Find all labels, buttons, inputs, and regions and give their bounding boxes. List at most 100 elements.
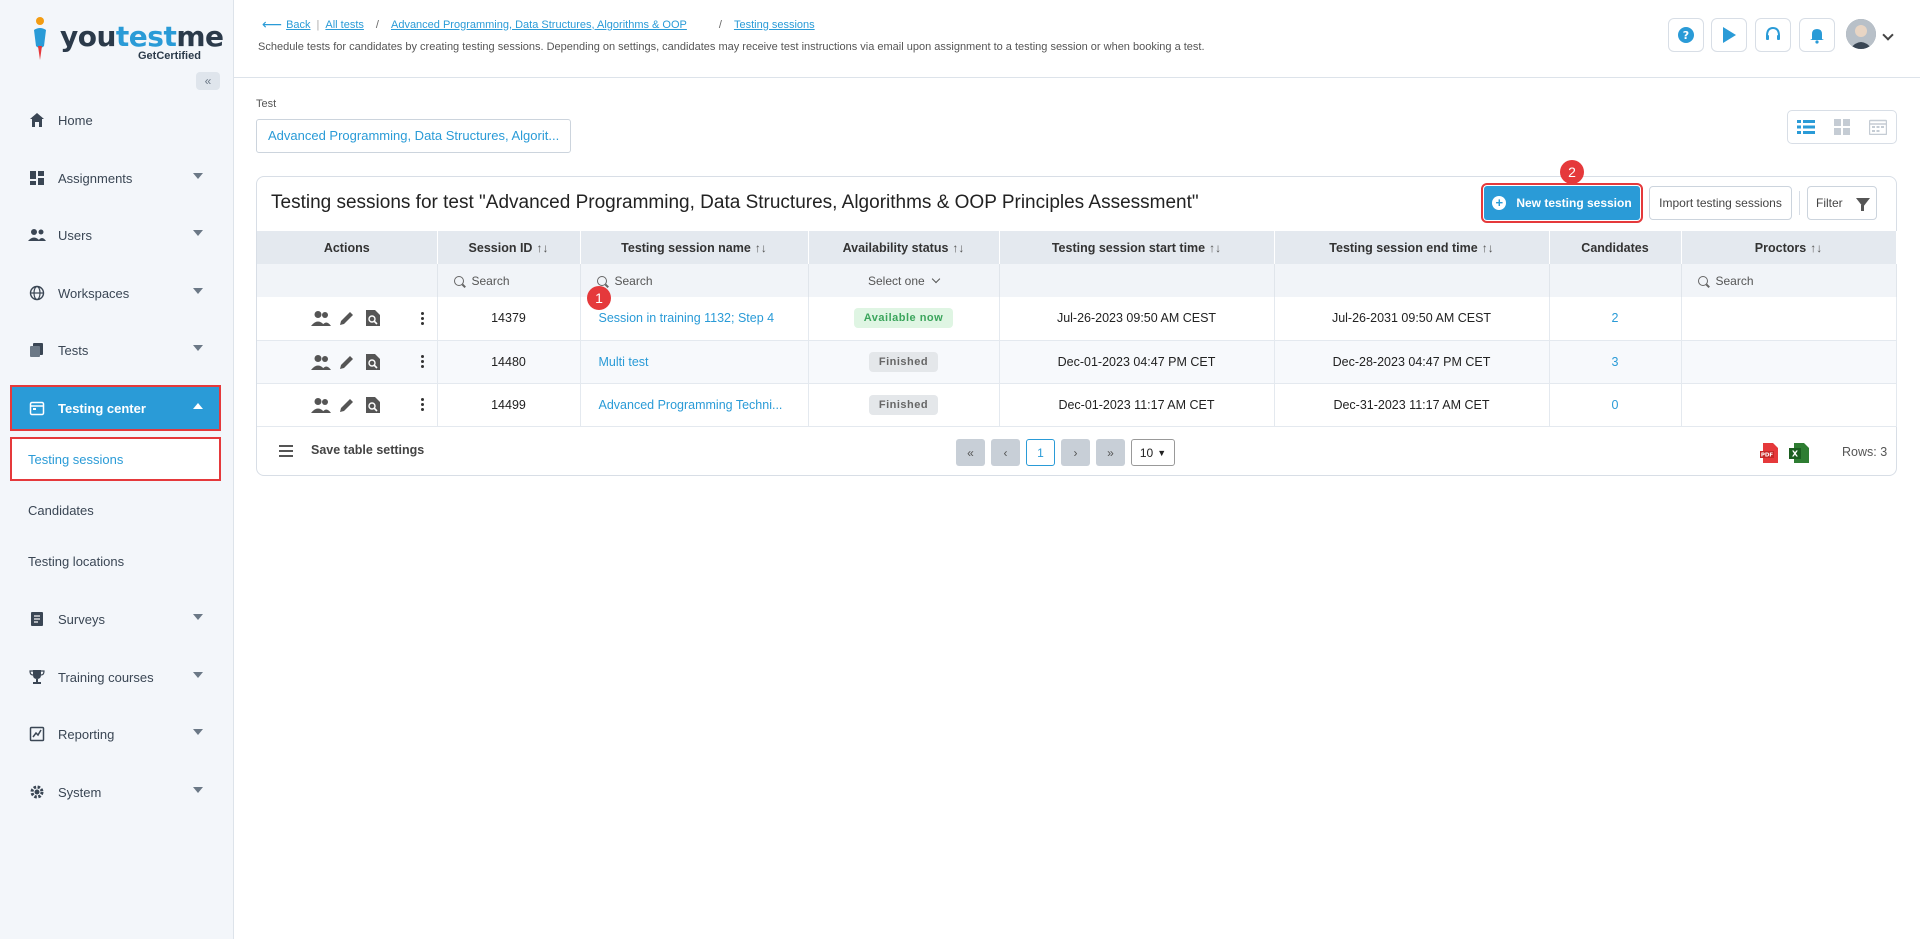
- breadcrumb-testing-sessions[interactable]: Testing sessions: [734, 19, 815, 31]
- chevron-down-icon: [193, 173, 203, 179]
- more-options-icon[interactable]: [419, 308, 427, 328]
- sidebar-item-workspaces[interactable]: Workspaces: [12, 272, 219, 314]
- chevron-down-icon[interactable]: [1882, 29, 1894, 41]
- collapse-sidebar-button[interactable]: «: [196, 72, 220, 90]
- menu-icon[interactable]: [279, 445, 293, 457]
- sort-icon[interactable]: ↑↓: [952, 241, 964, 255]
- session-name-search[interactable]: Search: [580, 264, 809, 297]
- session-name-link[interactable]: Session in training 1132; Step 4: [580, 297, 809, 341]
- first-page-button[interactable]: «: [956, 439, 985, 466]
- sort-icon[interactable]: ↑↓: [1482, 241, 1494, 255]
- sidebar-item-testing-center[interactable]: Testing center: [10, 385, 221, 431]
- chevron-down-icon: [193, 729, 203, 735]
- trophy-icon: [28, 668, 46, 686]
- home-icon: [28, 111, 46, 129]
- calendar-view-button[interactable]: [1860, 111, 1896, 143]
- page-number-button[interactable]: 1: [1026, 439, 1055, 466]
- sidebar-item-training-courses[interactable]: Training courses: [12, 656, 219, 698]
- next-page-button[interactable]: ›: [1061, 439, 1090, 466]
- column-header-end-time[interactable]: Testing session end time ↑↓: [1274, 231, 1550, 264]
- grid-view-button[interactable]: [1824, 111, 1860, 143]
- column-header-session-id[interactable]: Session ID ↑↓: [437, 231, 581, 264]
- pdf-export-icon[interactable]: PDF: [1760, 442, 1780, 464]
- help-button[interactable]: ?: [1668, 18, 1704, 52]
- avatar[interactable]: [1846, 19, 1876, 49]
- more-options-icon[interactable]: [419, 395, 427, 415]
- breadcrumb-test[interactable]: Advanced Programming, Data Structures, A…: [391, 19, 687, 31]
- column-header-start-time[interactable]: Testing session start time ↑↓: [999, 231, 1275, 264]
- edit-pencil-icon[interactable]: [337, 308, 357, 328]
- filter-cell-empty: [1274, 264, 1550, 297]
- proctors-search[interactable]: Search: [1681, 264, 1897, 297]
- column-header-session-name[interactable]: Testing session name ↑↓: [580, 231, 809, 264]
- previous-page-button[interactable]: ‹: [991, 439, 1020, 466]
- sort-icon[interactable]: ↑↓: [536, 241, 548, 255]
- session-id-search[interactable]: Search: [437, 264, 581, 297]
- back-link[interactable]: Back: [286, 19, 310, 31]
- import-testing-sessions-button[interactable]: Import testing sessions: [1649, 186, 1792, 220]
- candidates-count-link[interactable]: 2: [1549, 297, 1682, 341]
- sidebar-item-home[interactable]: Home: [12, 99, 219, 141]
- logo[interactable]: youtestme GetCertified: [30, 16, 224, 66]
- sidebar: youtestme GetCertified « Home Assignment…: [0, 0, 234, 939]
- excel-export-icon[interactable]: X: [1789, 442, 1809, 464]
- more-options-icon[interactable]: [419, 352, 427, 372]
- end-time-cell: Dec-31-2023 11:17 AM CET: [1274, 383, 1550, 427]
- sidebar-item-label: Workspaces: [58, 285, 130, 301]
- edit-pencil-icon[interactable]: [337, 395, 357, 415]
- column-header-proctors[interactable]: Proctors ↑↓: [1681, 231, 1897, 264]
- sidebar-item-label: Surveys: [58, 611, 105, 627]
- dashboard-icon: [28, 169, 46, 187]
- filter-cell-empty: [257, 264, 438, 297]
- list-view-icon: [1797, 120, 1815, 134]
- survey-icon: [28, 610, 46, 628]
- sidebar-item-assignments[interactable]: Assignments: [12, 157, 219, 199]
- candidates-icon[interactable]: [310, 395, 331, 415]
- sort-icon[interactable]: ↑↓: [1810, 241, 1822, 255]
- candidates-icon[interactable]: [310, 308, 331, 328]
- save-table-settings-button[interactable]: Save table settings: [311, 443, 424, 457]
- testing-sessions-panel: Testing sessions for test "Advanced Prog…: [256, 160, 1897, 476]
- gear-icon: [28, 783, 46, 801]
- sidebar-item-label: Testing center: [58, 400, 146, 416]
- list-view-button[interactable]: [1788, 111, 1824, 143]
- sidebar-subitem-candidates[interactable]: Candidates: [12, 490, 219, 530]
- session-name-link[interactable]: Advanced Programming Techni...: [580, 383, 809, 427]
- sidebar-item-label: Home: [58, 112, 93, 128]
- sidebar-item-users[interactable]: Users: [12, 214, 219, 256]
- sidebar-item-system[interactable]: System: [12, 771, 219, 813]
- edit-pencil-icon[interactable]: [337, 352, 357, 372]
- sidebar-item-tests[interactable]: Tests: [12, 329, 219, 371]
- page-description: Schedule tests for candidates by creatin…: [258, 41, 1205, 53]
- candidates-count-link[interactable]: 0: [1549, 383, 1682, 427]
- globe-icon: [28, 284, 46, 302]
- proctor-report-icon[interactable]: [363, 395, 383, 415]
- session-name-link[interactable]: Multi test: [580, 340, 809, 384]
- support-button[interactable]: [1755, 18, 1791, 52]
- availability-select[interactable]: Select one: [808, 264, 1000, 297]
- notifications-button[interactable]: [1799, 18, 1835, 52]
- new-testing-session-button[interactable]: + New testing session: [1481, 183, 1643, 223]
- chevron-down-icon: [193, 614, 203, 620]
- breadcrumb-all-tests[interactable]: All tests: [325, 19, 364, 31]
- column-header-availability[interactable]: Availability status ↑↓: [808, 231, 1000, 264]
- proctor-report-icon[interactable]: [363, 352, 383, 372]
- sidebar-item-reporting[interactable]: Reporting: [12, 713, 219, 755]
- back-arrow-icon[interactable]: ⟵: [262, 16, 282, 33]
- sort-icon[interactable]: ↑↓: [1209, 241, 1221, 255]
- filter-button[interactable]: Filter: [1807, 186, 1877, 220]
- sidebar-subitem-testing-locations[interactable]: Testing locations: [12, 541, 219, 581]
- sidebar-subitem-testing-sessions[interactable]: Testing sessions: [10, 437, 221, 481]
- play-tutorial-button[interactable]: [1711, 18, 1747, 52]
- candidates-count-link[interactable]: 3: [1549, 340, 1682, 384]
- candidates-icon[interactable]: [310, 352, 331, 372]
- session-id-cell: 14499: [437, 383, 581, 427]
- sidebar-item-label: Assignments: [58, 170, 133, 186]
- page-size-select[interactable]: 10 ▼: [1131, 439, 1175, 466]
- tests-icon: [28, 341, 46, 359]
- test-select[interactable]: Advanced Programming, Data Structures, A…: [256, 119, 571, 153]
- proctor-report-icon[interactable]: [363, 308, 383, 328]
- sort-icon[interactable]: ↑↓: [755, 241, 767, 255]
- last-page-button[interactable]: »: [1096, 439, 1125, 466]
- sidebar-item-surveys[interactable]: Surveys: [12, 598, 219, 640]
